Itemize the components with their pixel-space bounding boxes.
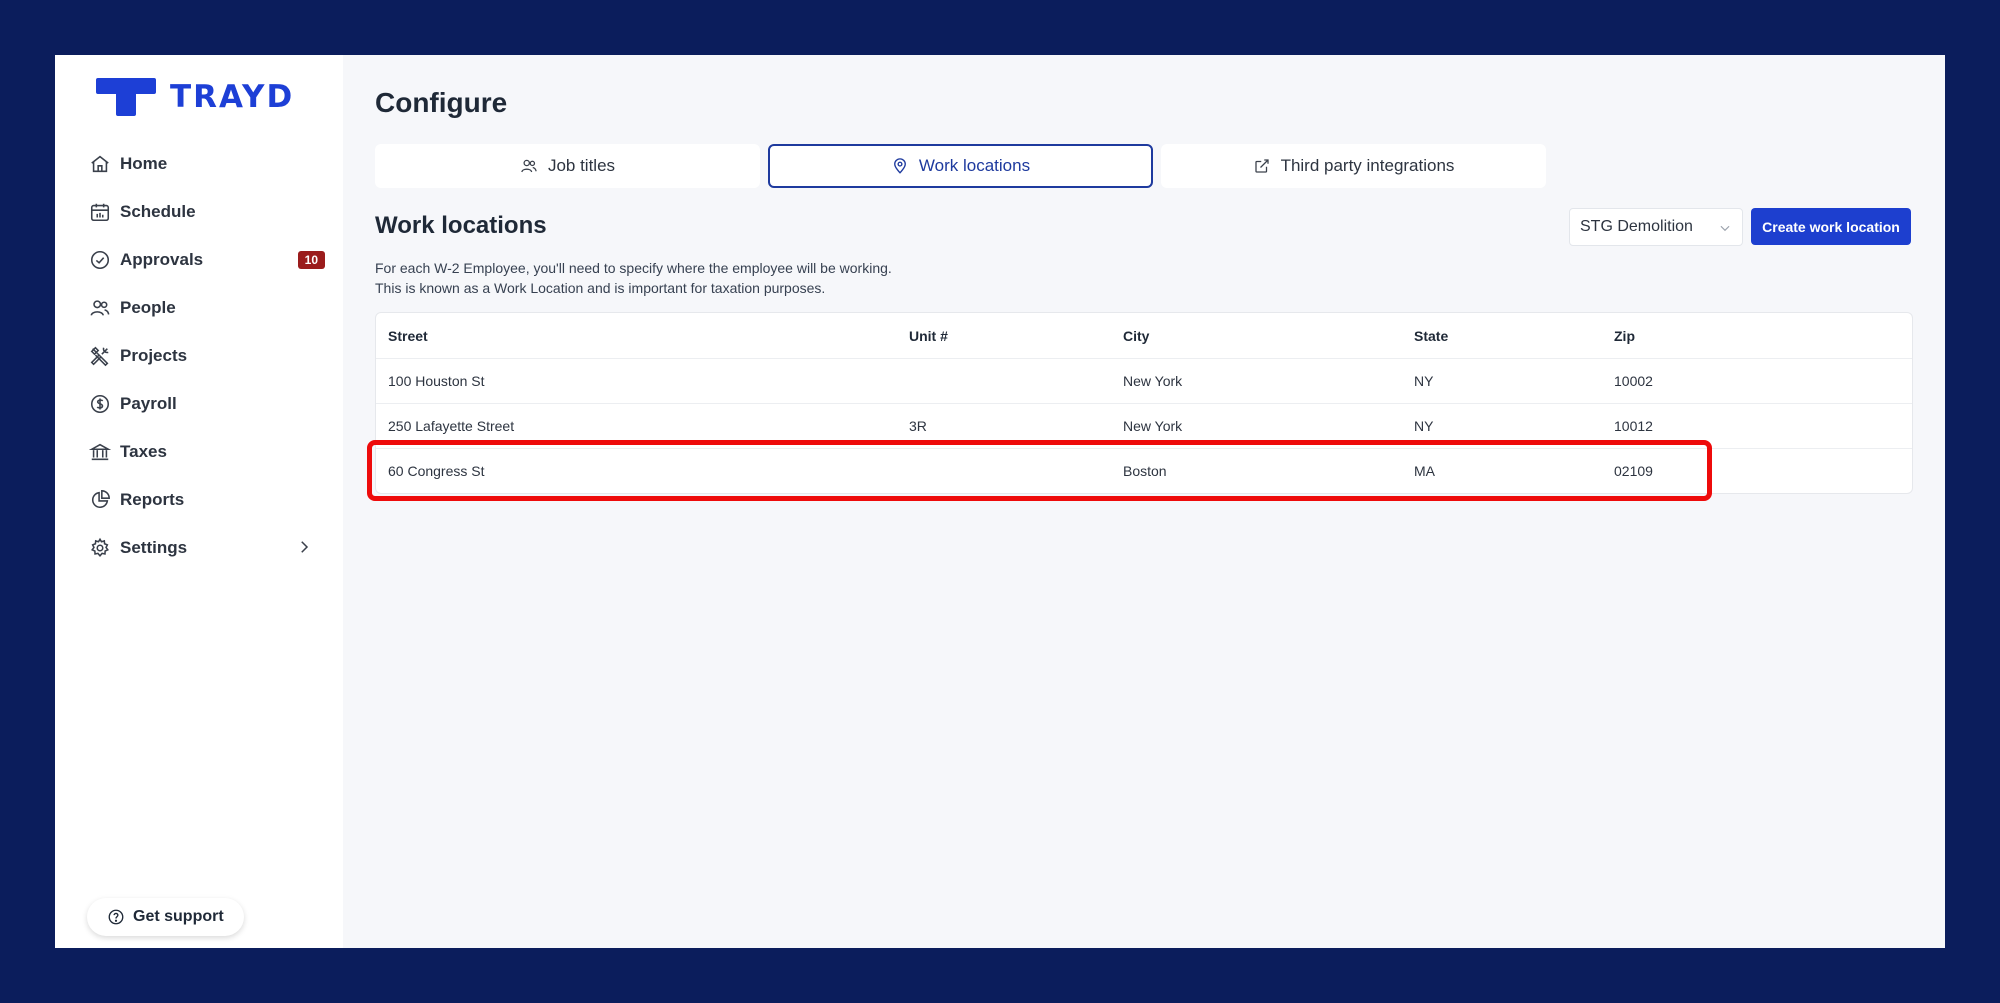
users-icon xyxy=(89,297,111,319)
cell-city: Boston xyxy=(1123,463,1167,479)
cell-state: NY xyxy=(1414,373,1434,389)
table-row[interactable]: 250 Lafayette Street 3R New York NY 1001… xyxy=(376,403,1912,448)
cell-state: NY xyxy=(1414,418,1434,434)
sidebar-item-label: Reports xyxy=(120,490,185,509)
help-circle-icon xyxy=(108,909,124,925)
create-work-location-button[interactable]: Create work location xyxy=(1751,208,1911,245)
chevron-right-icon[interactable] xyxy=(295,538,313,556)
cell-zip: 10002 xyxy=(1614,373,1653,389)
table-row[interactable]: 60 Congress St Boston MA 02109 xyxy=(376,448,1912,493)
sidebar-item-projects[interactable]: Projects xyxy=(87,332,327,380)
section-description: For each W-2 Employee, you'll need to sp… xyxy=(375,258,892,298)
tab-label: Work locations xyxy=(918,156,1031,175)
sidebar-nav: Home Schedule Approvals 10 People Projec… xyxy=(87,140,327,572)
sidebar-item-label: Payroll xyxy=(120,394,177,413)
cell-street: 100 Houston St xyxy=(388,373,485,389)
sidebar-item-label: People xyxy=(120,298,176,317)
column-header-unit[interactable]: Unit # xyxy=(909,328,1123,344)
cell-unit: 3R xyxy=(909,418,927,434)
column-header-city[interactable]: City xyxy=(1123,328,1414,344)
table-header-row: Street Unit # City State Zip xyxy=(376,313,1912,358)
map-pin-icon xyxy=(893,158,906,174)
sidebar-item-people[interactable]: People xyxy=(87,284,327,332)
get-support-button[interactable]: Get support xyxy=(87,898,244,936)
sidebar-item-payroll[interactable]: Payroll xyxy=(87,380,327,428)
trayd-logo[interactable]: TRAYD xyxy=(96,78,294,116)
sidebar-item-label: Taxes xyxy=(120,442,167,461)
tab-work-locations[interactable]: Work locations xyxy=(768,144,1153,188)
company-select[interactable]: STG Demolition xyxy=(1569,208,1743,246)
sidebar-item-label: Settings xyxy=(120,538,188,557)
approvals-count-badge: 10 xyxy=(297,251,325,269)
pie-chart-icon xyxy=(89,489,111,511)
cell-zip: 10012 xyxy=(1614,418,1653,434)
chevron-down-icon xyxy=(1720,225,1730,232)
tab-label: Job titles xyxy=(547,156,616,175)
app-window: TRAYD Home Schedule Approvals 10 People … xyxy=(55,55,1945,948)
column-header-zip[interactable]: Zip xyxy=(1614,328,1814,344)
gear-icon xyxy=(89,537,111,559)
sidebar-item-label: Home xyxy=(120,154,168,173)
tab-job-titles[interactable]: Job titles xyxy=(375,144,760,188)
brand-name: TRAYD xyxy=(170,79,295,115)
main-content: Configure Job titles Work locations Thir… xyxy=(343,55,1945,948)
cell-zip: 02109 xyxy=(1614,463,1653,479)
cell-street: 60 Congress St xyxy=(388,463,485,479)
sidebar-item-reports[interactable]: Reports xyxy=(87,476,327,524)
tab-third-party-integrations[interactable]: Third party integrations xyxy=(1161,144,1546,188)
page-title: Configure xyxy=(375,87,508,118)
description-line: For each W-2 Employee, you'll need to sp… xyxy=(375,260,892,276)
cell-state: MA xyxy=(1414,463,1435,479)
get-support-label: Get support xyxy=(133,908,224,925)
sidebar-item-settings[interactable]: Settings xyxy=(87,524,327,572)
sidebar-item-home[interactable]: Home xyxy=(87,140,327,188)
cell-city: New York xyxy=(1123,418,1183,434)
calendar-icon xyxy=(89,201,111,223)
column-header-street[interactable]: Street xyxy=(376,328,909,344)
company-select-value: STG Demolition xyxy=(1580,218,1693,235)
tab-label: Third party integrations xyxy=(1280,156,1455,175)
sidebar: TRAYD Home Schedule Approvals 10 People … xyxy=(55,55,343,948)
sidebar-item-label: Projects xyxy=(120,346,188,365)
column-header-state[interactable]: State xyxy=(1414,328,1614,344)
sidebar-item-taxes[interactable]: Taxes xyxy=(87,428,327,476)
sidebar-item-approvals[interactable]: Approvals 10 xyxy=(87,236,327,284)
cell-street: 250 Lafayette Street xyxy=(388,418,515,434)
dollar-circle-icon xyxy=(89,393,111,415)
sidebar-item-schedule[interactable]: Schedule xyxy=(87,188,327,236)
tools-icon xyxy=(89,345,111,367)
cell-city: New York xyxy=(1123,373,1183,389)
section-title: Work locations xyxy=(375,212,547,239)
description-line: This is known as a Work Location and is … xyxy=(375,280,826,296)
users-icon xyxy=(521,159,537,173)
external-link-icon xyxy=(1254,159,1269,173)
sidebar-item-label: Approvals xyxy=(120,250,204,269)
check-circle-icon xyxy=(89,249,111,271)
home-icon xyxy=(89,153,111,175)
work-locations-table: Street Unit # City State Zip 100 Houston… xyxy=(375,312,1913,494)
sidebar-item-label: Schedule xyxy=(120,202,196,221)
bank-icon xyxy=(89,441,111,463)
trayd-logo-icon xyxy=(96,78,156,116)
table-row[interactable]: 100 Houston St New York NY 10002 xyxy=(376,358,1912,403)
configure-tabs: Job titles Work locations Third party in… xyxy=(375,144,1546,188)
